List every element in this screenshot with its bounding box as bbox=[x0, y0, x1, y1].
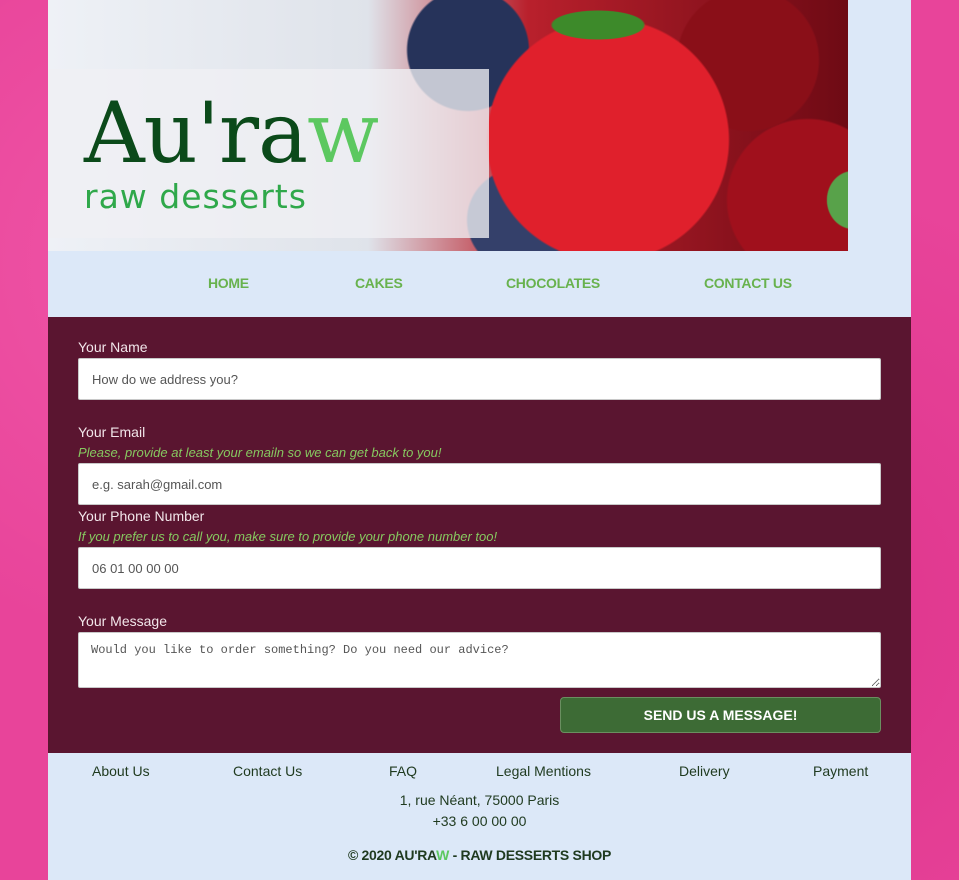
banner-leaf-decoration bbox=[518, 0, 678, 50]
nav-item-home[interactable]: HOME bbox=[208, 275, 249, 291]
phone-hint: If you prefer us to call you, make sure … bbox=[78, 529, 498, 544]
logo-title: Au'raw bbox=[84, 91, 379, 175]
footer-link-delivery[interactable]: Delivery bbox=[679, 763, 730, 779]
nav-item-cakes[interactable]: CAKES bbox=[355, 275, 403, 291]
nav-item-contact-us[interactable]: CONTACT US bbox=[704, 275, 792, 291]
footer-link-contact-us[interactable]: Contact Us bbox=[233, 763, 302, 779]
phone-label: Your Phone Number bbox=[78, 508, 205, 524]
main-nav: HOME CAKES CHOCOLATES CONTACT US bbox=[48, 251, 911, 317]
name-label: Your Name bbox=[78, 339, 148, 355]
footer: About Us Contact Us FAQ Legal Mentions D… bbox=[48, 753, 911, 880]
page-container: Au'raw raw desserts HOME CAKES CHOCOLATE… bbox=[48, 0, 911, 880]
message-label: Your Message bbox=[78, 613, 167, 629]
footer-link-faq[interactable]: FAQ bbox=[389, 763, 417, 779]
nav-item-chocolates[interactable]: CHOCOLATES bbox=[506, 275, 600, 291]
name-input[interactable] bbox=[78, 358, 881, 400]
header-banner: Au'raw raw desserts bbox=[48, 0, 848, 251]
banner-leaf-decoration-2 bbox=[808, 150, 848, 250]
footer-link-legal-mentions[interactable]: Legal Mentions bbox=[496, 763, 591, 779]
copyright-suffix: - RAW DESSERTS SHOP bbox=[449, 847, 612, 863]
footer-copyright: © 2020 AU'RAW - RAW DESSERTS SHOP bbox=[48, 847, 911, 863]
email-hint: Please, provide at least your emailn so … bbox=[78, 445, 442, 460]
phone-input[interactable] bbox=[78, 547, 881, 589]
logo-title-main: Au'ra bbox=[84, 84, 308, 182]
email-label: Your Email bbox=[78, 424, 146, 440]
logo-title-accent: w bbox=[307, 84, 379, 182]
footer-phone: +33 6 00 00 00 bbox=[432, 813, 527, 829]
logo-subtitle: raw desserts bbox=[84, 177, 307, 216]
logo-box[interactable]: Au'raw raw desserts bbox=[48, 69, 489, 238]
send-message-button[interactable]: SEND US A MESSAGE! bbox=[560, 697, 881, 733]
footer-link-about-us[interactable]: About Us bbox=[92, 763, 150, 779]
copyright-accent: W bbox=[436, 847, 449, 863]
message-textarea[interactable] bbox=[78, 632, 881, 688]
contact-form: Your Name Your Email Please, provide at … bbox=[48, 317, 911, 753]
footer-link-payment[interactable]: Payment bbox=[813, 763, 868, 779]
footer-address: 1, rue Néant, 75000 Paris bbox=[399, 792, 560, 808]
email-input[interactable] bbox=[78, 463, 881, 505]
copyright-prefix: © 2020 AU'RA bbox=[347, 847, 437, 863]
